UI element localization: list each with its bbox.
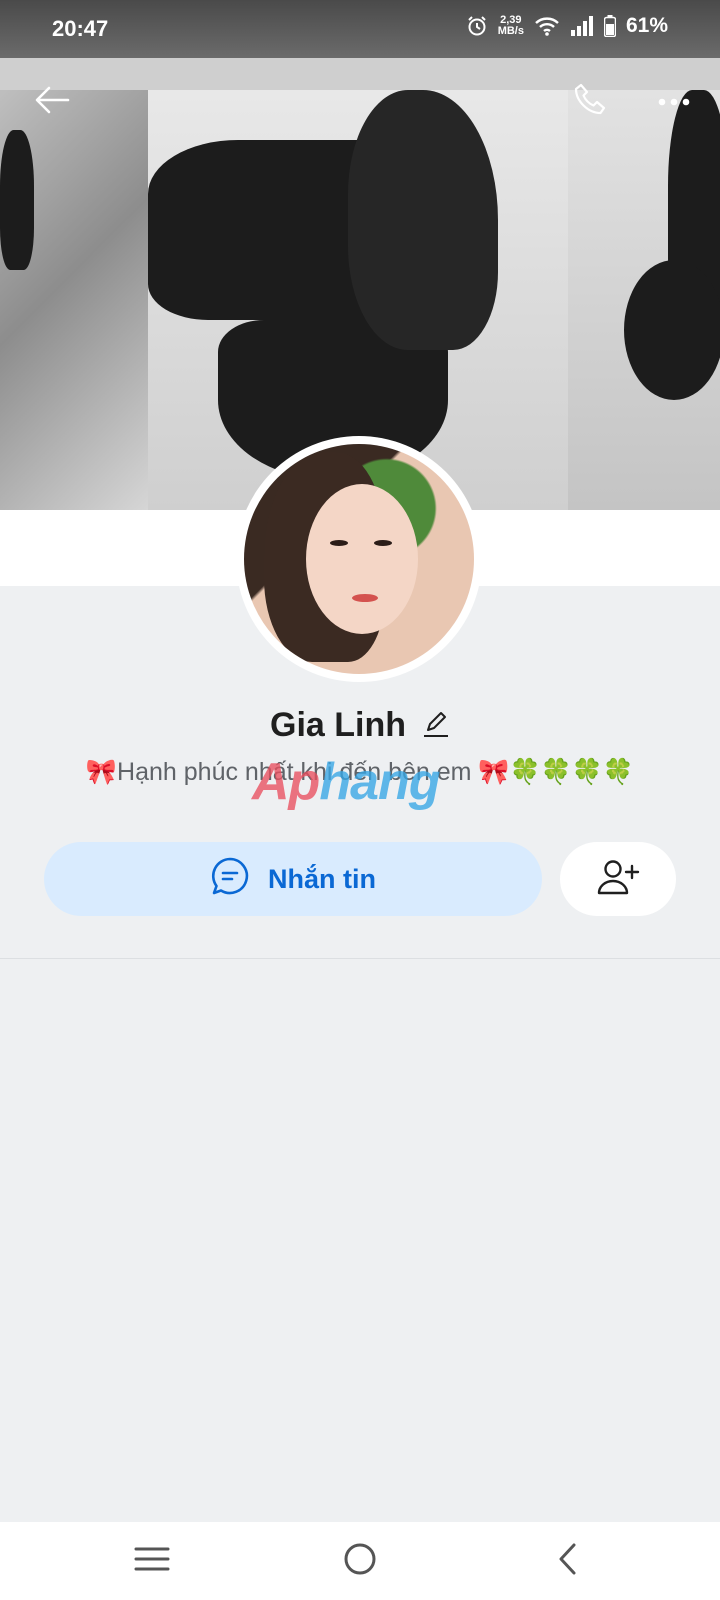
message-button-label: Nhắn tin — [268, 863, 376, 894]
avatar-image — [244, 444, 474, 674]
system-nav-bar — [0, 1522, 720, 1600]
menu-icon — [134, 1545, 170, 1578]
home-icon — [343, 1542, 377, 1581]
profile-name-row: Gia Linh — [0, 706, 720, 745]
home-button[interactable] — [330, 1538, 390, 1584]
back-button[interactable] — [26, 80, 78, 124]
add-user-icon — [596, 857, 640, 902]
signal-icon — [570, 15, 594, 37]
alarm-icon — [466, 15, 488, 37]
section-divider — [0, 958, 720, 959]
watermark-logo: Aphang — [252, 753, 441, 811]
message-button[interactable]: Nhắn tin — [44, 842, 542, 916]
add-friend-button[interactable] — [560, 842, 676, 916]
wifi-icon — [534, 15, 560, 37]
profile-name: Gia Linh — [270, 706, 406, 744]
back-arrow-icon — [34, 85, 70, 120]
back-icon — [556, 1542, 580, 1581]
chat-bubble-icon — [210, 856, 250, 903]
pencil-icon — [422, 712, 450, 742]
status-bar: 20:47 2,39 MB/s 61% — [0, 0, 720, 58]
call-button[interactable] — [566, 80, 614, 124]
system-back-button[interactable] — [538, 1538, 598, 1584]
battery-icon — [603, 15, 616, 37]
recent-apps-button[interactable] — [122, 1538, 182, 1584]
battery-percentage: 61% — [625, 14, 668, 37]
more-options-button[interactable] — [648, 80, 700, 124]
edit-name-button[interactable] — [422, 708, 450, 743]
more-icon — [658, 93, 690, 111]
phone-icon — [572, 82, 608, 123]
network-speed: 2,39 MB/s — [498, 15, 524, 37]
status-icons: 2,39 MB/s 61% — [466, 14, 668, 38]
network-speed-unit: MB/s — [497, 25, 524, 37]
status-time: 20:47 — [52, 16, 109, 41]
profile-avatar[interactable] — [236, 436, 482, 682]
